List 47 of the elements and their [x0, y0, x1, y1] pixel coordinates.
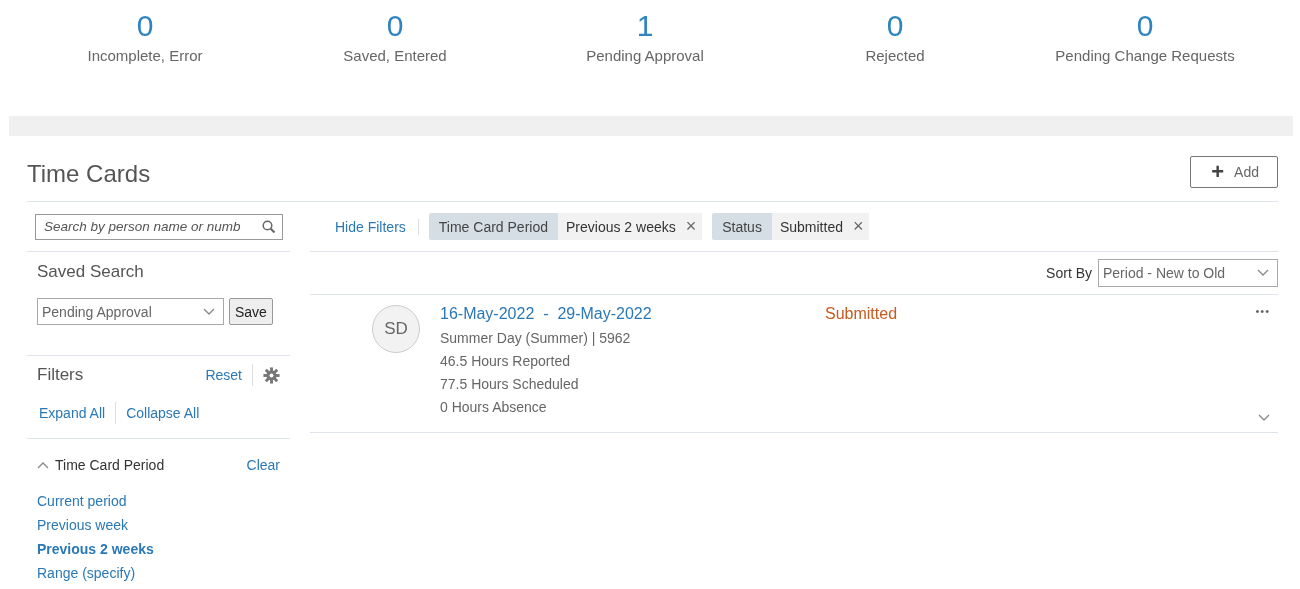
filter-chip-value: Previous 2 weeks	[558, 213, 680, 240]
card-detail: 0 Hours Absence	[440, 399, 548, 415]
collapse-all-link[interactable]: Collapse All	[126, 405, 200, 421]
count[interactable]: 0	[1136, 8, 1154, 44]
filter-group-title[interactable]: Time Card Period	[55, 457, 241, 473]
count-label: Saved, Entered	[343, 47, 447, 64]
period-link[interactable]: 16-May-2022 - 29-May-2022	[440, 305, 652, 322]
save-button[interactable]: Save	[229, 298, 273, 325]
filter-option[interactable]: Previous week	[37, 517, 280, 533]
chevron-down-icon	[203, 307, 215, 316]
section-heading: Saved Search	[37, 262, 145, 282]
more-button[interactable]: •••	[1255, 305, 1270, 317]
page-title: Time Cards	[27, 159, 151, 188]
expand-all-link[interactable]: Expand All	[39, 405, 106, 421]
count-label: Rejected	[865, 47, 925, 64]
count-label: Incomplete, Error	[87, 47, 203, 64]
count[interactable]: 1	[636, 8, 654, 44]
filter-option[interactable]: Range (specify)	[37, 565, 280, 581]
card-detail: 46.5 Hours Reported	[440, 353, 571, 369]
filter-option[interactable]: Previous 2 weeks	[37, 541, 280, 557]
clear-link[interactable]: Clear	[246, 457, 280, 473]
chevron-down-icon	[1257, 269, 1269, 277]
section-heading: Filters	[37, 365, 85, 385]
filter-option[interactable]: Current period	[37, 493, 280, 509]
search-field[interactable]: Search by person name or numb	[35, 213, 283, 240]
card-detail: 77.5 Hours Scheduled	[440, 376, 580, 392]
close-button[interactable]: ×	[846, 213, 870, 240]
close-button[interactable]: ×	[679, 213, 703, 240]
filter-chip-label: Time Card Period	[428, 213, 558, 240]
filter-chip-value: Submitted	[771, 213, 847, 240]
settings-icon[interactable]	[263, 366, 280, 384]
saved-search-dropdown[interactable]: Pending Approval	[37, 298, 224, 325]
reset-link[interactable]: Reset	[205, 367, 242, 383]
count[interactable]: 0	[386, 8, 404, 44]
hide-filters-link[interactable]: Hide Filters	[310, 218, 419, 235]
sort-dropdown[interactable]: Period - New to Old	[1098, 259, 1278, 287]
count[interactable]: 0	[886, 8, 904, 44]
count[interactable]: 0	[136, 8, 154, 44]
count-label: Pending Approval	[586, 47, 704, 64]
avatar: SD	[372, 305, 420, 353]
filter-chip-label: Status	[712, 213, 772, 240]
card-detail: Summer Day (Summer) | 5962	[440, 330, 632, 346]
search-icon	[262, 219, 276, 234]
count-label: Pending Change Requests	[1055, 47, 1235, 64]
sort-label: Sort By	[1046, 265, 1092, 281]
status-text: Submitted	[825, 305, 899, 324]
add-button[interactable]: + Add	[1190, 156, 1278, 188]
